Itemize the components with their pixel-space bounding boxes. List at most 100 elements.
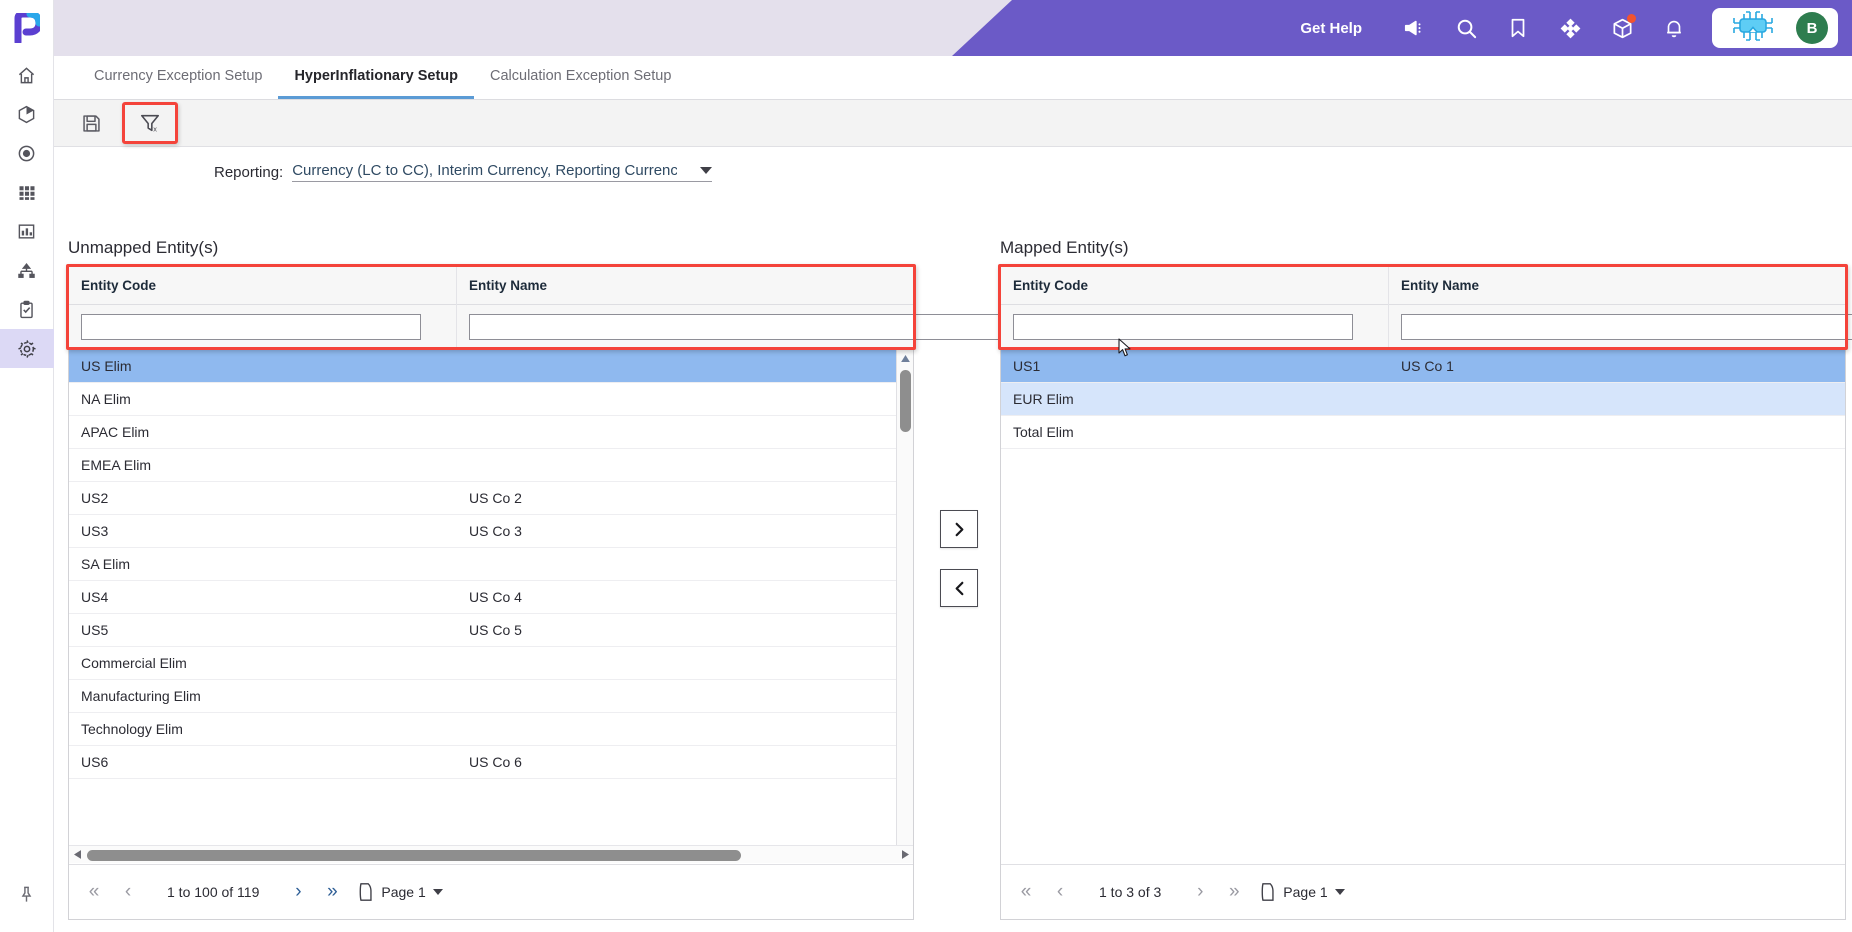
- next-page-button[interactable]: ›: [281, 875, 315, 909]
- cell-entity-code: APAC Elim: [81, 424, 150, 440]
- cell-entity-code: Manufacturing Elim: [81, 688, 201, 704]
- table-row[interactable]: US2 US Co 2: [69, 482, 913, 515]
- tab-currency-exception-setup[interactable]: Currency Exception Setup: [78, 56, 278, 99]
- page-chevron-down-icon[interactable]: [1334, 889, 1345, 895]
- app-logo-icon[interactable]: [0, 0, 54, 56]
- previous-page-button[interactable]: ‹: [111, 875, 145, 909]
- get-help-button[interactable]: Get Help: [1300, 20, 1362, 37]
- package-icon[interactable]: [1596, 0, 1648, 56]
- column-header-entity-code[interactable]: Entity Code: [1001, 266, 1389, 305]
- cell-entity-code: US5: [81, 622, 109, 638]
- bell-icon[interactable]: [1648, 0, 1700, 56]
- tab-bar: Currency Exception Setup HyperInflationa…: [54, 56, 1852, 100]
- mapped-pager: « ‹ 1 to 3 of 3 › » Page 1: [1001, 864, 1845, 919]
- scroll-up-arrow-icon[interactable]: [897, 350, 914, 366]
- notification-dot: [1627, 14, 1636, 23]
- mapped-page-selector[interactable]: Page 1: [1259, 882, 1345, 902]
- chevron-right-icon: [955, 522, 963, 536]
- table-row[interactable]: NA Elim: [69, 383, 913, 416]
- unmapped-page-label: Page 1: [381, 884, 426, 900]
- cell-entity-code: US2: [81, 490, 109, 506]
- move-to-mapped-button[interactable]: [940, 510, 978, 548]
- sidebar-item-tasks[interactable]: [0, 290, 54, 329]
- cell-entity-name: US Co 2: [469, 490, 522, 506]
- cell-entity-name: US Co 1: [1401, 358, 1454, 374]
- unmapped-record-count: 1 to 100 of 119: [167, 884, 260, 900]
- cell-entity-code: Total Elim: [1013, 424, 1074, 440]
- cell-entity-code: EUR Elim: [1013, 391, 1074, 407]
- avatar[interactable]: B: [1796, 12, 1828, 44]
- ai-assistant-icon[interactable]: [1724, 9, 1782, 48]
- unmapped-horizontal-scrollbar[interactable]: [69, 845, 913, 863]
- megaphone-icon[interactable]: [1388, 0, 1440, 56]
- reporting-label: Reporting:: [214, 163, 284, 181]
- sidebar-item-models[interactable]: [0, 95, 54, 134]
- scroll-right-arrow-icon[interactable]: [897, 846, 913, 864]
- table-row[interactable]: US1 US Co 1: [1001, 350, 1845, 383]
- unmapped-entity-code-filter-input[interactable]: [81, 313, 421, 340]
- page-icon: [1261, 883, 1274, 901]
- sidebar-item-grid[interactable]: [0, 173, 54, 212]
- bookmark-icon[interactable]: [1492, 0, 1544, 56]
- mapped-entity-name-filter-input[interactable]: [1401, 313, 1852, 340]
- first-page-button[interactable]: «: [1009, 875, 1043, 909]
- table-row[interactable]: US Elim: [69, 350, 913, 383]
- reporting-dropdown[interactable]: Currency (LC to CC), Interim Currency, R…: [292, 162, 713, 182]
- column-header-entity-name[interactable]: Entity Name: [457, 267, 913, 305]
- cell-entity-name: US Co 4: [469, 589, 522, 605]
- table-row[interactable]: Commercial Elim: [69, 647, 913, 680]
- filter-cell-entity-name: [1389, 305, 1852, 349]
- search-icon[interactable]: [1440, 0, 1492, 56]
- left-nav-rail: [0, 0, 54, 932]
- sidebar-item-target[interactable]: [0, 134, 54, 173]
- sidebar-item-settings[interactable]: [0, 329, 54, 368]
- save-button[interactable]: [74, 108, 108, 138]
- vertical-scroll-thumb[interactable]: [900, 370, 911, 432]
- unmapped-vertical-scrollbar[interactable]: [896, 350, 913, 863]
- table-row[interactable]: Manufacturing Elim: [69, 680, 913, 713]
- unmapped-rows: US Elim NA Elim APAC Elim EMEA Elim US2 US Co…: [69, 350, 913, 919]
- tab-calculation-exception-setup[interactable]: Calculation Exception Setup: [474, 56, 687, 99]
- horizontal-scroll-thumb[interactable]: [87, 849, 741, 861]
- table-row[interactable]: US4 US Co 4: [69, 581, 913, 614]
- target-icon[interactable]: [1544, 0, 1596, 56]
- unmapped-filter-row: [69, 304, 1141, 349]
- sidebar-item-home[interactable]: [0, 56, 54, 95]
- scroll-left-arrow-icon[interactable]: [69, 846, 85, 864]
- next-page-button[interactable]: ›: [1183, 875, 1217, 909]
- tab-hyperinflationary-setup[interactable]: HyperInflationary Setup: [278, 56, 475, 99]
- table-row[interactable]: Technology Elim: [69, 713, 913, 746]
- table-row[interactable]: APAC Elim: [69, 416, 913, 449]
- mapped-filter-row: [1001, 304, 1852, 349]
- table-row[interactable]: US5 US Co 5: [69, 614, 913, 647]
- last-page-button[interactable]: »: [1217, 875, 1251, 909]
- header-actions: Get Help B: [1300, 0, 1852, 56]
- horizontal-scroll-track[interactable]: [85, 846, 897, 864]
- unmapped-page-selector[interactable]: Page 1: [357, 882, 443, 902]
- table-row[interactable]: US6 US Co 6: [69, 746, 913, 779]
- last-page-button[interactable]: »: [315, 875, 349, 909]
- mapped-panel-title: Mapped Entity(s): [1000, 238, 1129, 257]
- table-row[interactable]: US3 US Co 3: [69, 515, 913, 548]
- pin-icon[interactable]: [0, 875, 54, 914]
- table-row[interactable]: EMEA Elim: [69, 449, 913, 482]
- cell-entity-code: Commercial Elim: [81, 655, 187, 671]
- move-to-unmapped-button[interactable]: [940, 569, 978, 607]
- mapped-entity-code-filter-input[interactable]: [1013, 313, 1353, 340]
- user-chip[interactable]: B: [1712, 8, 1838, 48]
- sidebar-item-reports[interactable]: [0, 212, 54, 251]
- clear-filter-button[interactable]: x: [122, 102, 178, 144]
- table-row[interactable]: EUR Elim: [1001, 383, 1845, 416]
- first-page-button[interactable]: «: [77, 875, 111, 909]
- chevron-down-icon[interactable]: [700, 167, 713, 174]
- cell-entity-name: US Co 6: [469, 754, 522, 770]
- table-row[interactable]: Total Elim: [1001, 416, 1845, 449]
- column-header-entity-code[interactable]: Entity Code: [69, 266, 457, 305]
- table-row[interactable]: SA Elim: [69, 548, 913, 581]
- reporting-value[interactable]: Currency (LC to CC), Interim Currency, R…: [292, 162, 677, 179]
- cell-entity-code: US4: [81, 589, 109, 605]
- sidebar-item-hierarchy[interactable]: [0, 251, 54, 290]
- column-header-entity-name[interactable]: Entity Name: [1389, 267, 1845, 305]
- previous-page-button[interactable]: ‹: [1043, 875, 1077, 909]
- page-chevron-down-icon[interactable]: [432, 889, 443, 895]
